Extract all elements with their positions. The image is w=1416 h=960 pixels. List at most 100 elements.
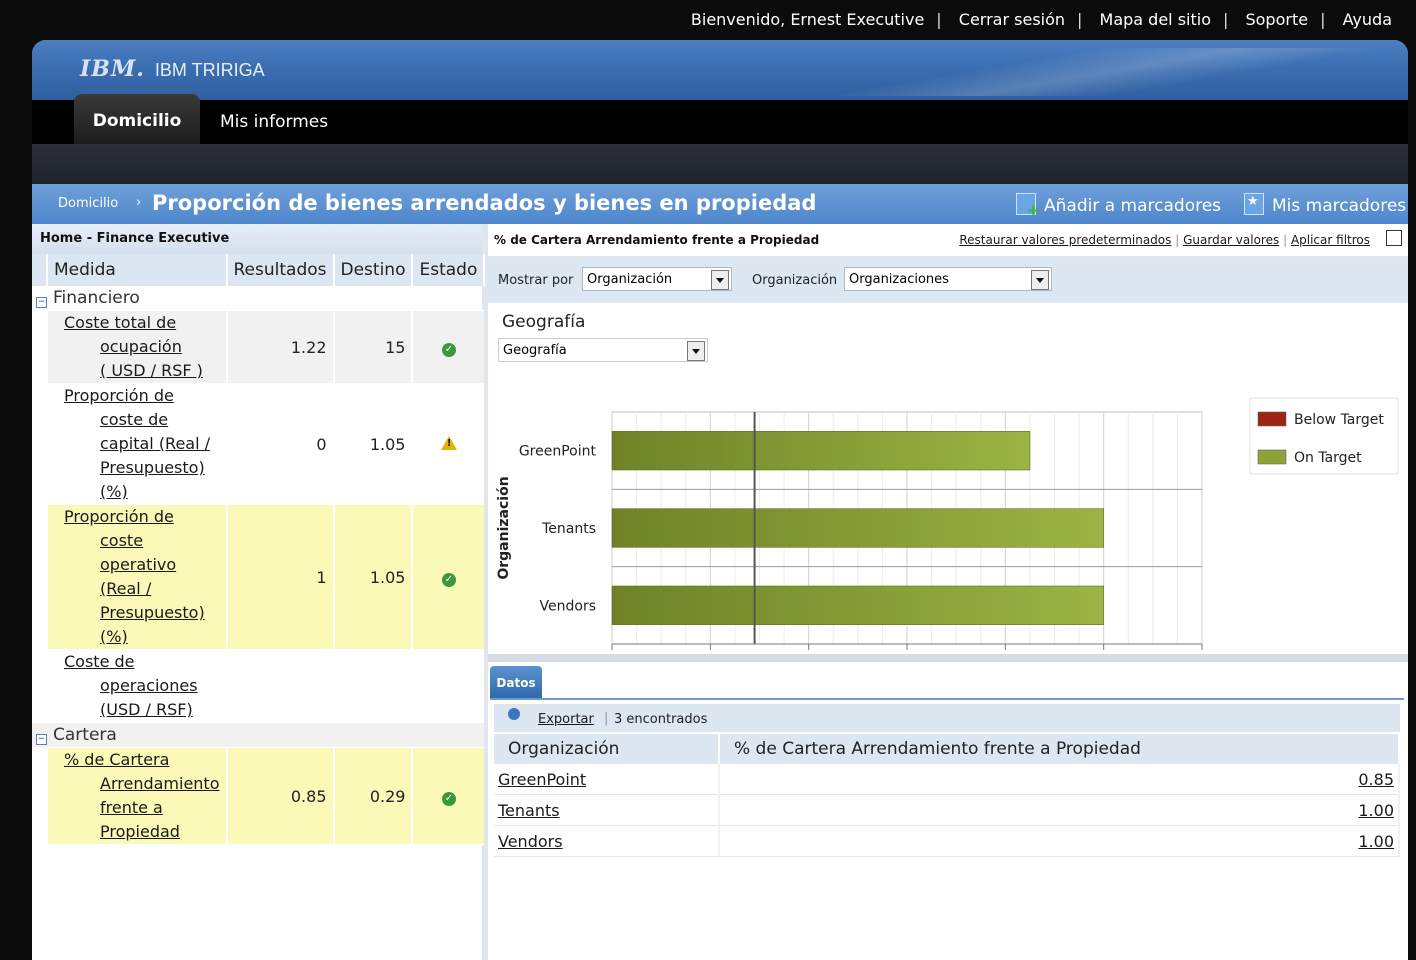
status-ok-icon: ✓ [441, 792, 456, 806]
org-link[interactable]: Tenants [498, 801, 560, 820]
plot-area [611, 411, 1203, 645]
measure-link[interactable]: % de Cartera Arrendamiento frente a Prop… [47, 747, 228, 845]
chevron-down-icon [711, 270, 729, 290]
table-row: Tenants 1.00 [494, 794, 1400, 826]
show-by-select[interactable]: Organización [582, 267, 732, 291]
report-panel: % de Cartera Arrendamiento frente a Prop… [488, 224, 1408, 960]
col-results: Resultados [226, 254, 335, 286]
value-link[interactable]: 0.85 [1358, 770, 1394, 789]
my-bookmarks-button[interactable]: Mis marcadores [1244, 193, 1406, 216]
results-count: 3 encontrados [614, 712, 708, 727]
category-label: Vendors [540, 598, 596, 614]
measure-link[interactable]: Coste de operaciones (USD / RSF) [47, 649, 228, 723]
add-bookmark-button[interactable]: Añadir a marcadores [1016, 193, 1221, 220]
ibm-logo: IBM. IBM TRIRIGA [80, 56, 265, 82]
support-link[interactable]: Soporte [1245, 10, 1308, 29]
legend-box [1249, 397, 1399, 475]
grid-col-percentage[interactable]: % de Cartera Arrendamiento frente a Prop… [719, 734, 1400, 764]
bar-greenpoint [611, 431, 1031, 471]
table-row: GreenPoint 0.85 [494, 764, 1400, 795]
result-value: 1 [226, 504, 335, 650]
kpi-row: Coste total de ocupación ( USD / RSF ) 1… [32, 310, 485, 384]
welcome-text: Bienvenido, Ernest Executive [690, 10, 925, 29]
chart-area: Geografía Geografía GreenPoint Tenants Ven… [488, 302, 1408, 654]
group-label-portfolio: Cartera [47, 722, 485, 748]
result-value: 0.85 [226, 747, 335, 845]
legend-swatch [1257, 411, 1287, 427]
col-status: Estado [412, 254, 486, 286]
panel-divider[interactable] [488, 654, 1408, 662]
status-ok-icon: ✓ [441, 343, 456, 357]
legend-label: On Target [1294, 450, 1362, 466]
data-toolbar: Exportar | 3 encontrados [494, 704, 1400, 732]
group-row-financial: − Financiero [32, 286, 485, 311]
kpi-row: Proporción de coste de capital (Real / P… [32, 383, 485, 505]
star-icon [1244, 193, 1264, 215]
category-label: GreenPoint [519, 444, 597, 460]
sub-nav-bar [32, 144, 1408, 184]
measure-link[interactable]: Coste total de ocupación ( USD / RSF ) [47, 310, 228, 384]
target-value: 15 [333, 310, 414, 384]
kpi-row: Coste de operaciones (USD / RSF) [32, 649, 485, 723]
geography-title: Geografía [502, 312, 586, 332]
popout-icon[interactable] [1386, 230, 1402, 246]
result-value [226, 649, 335, 723]
target-value: 1.05 [333, 504, 414, 650]
org-link[interactable]: Vendors [498, 832, 563, 851]
table-row: Vendors 1.00 [494, 825, 1400, 857]
app-frame: IBM. IBM TRIRIGA Domicilio Mis informes D… [32, 40, 1408, 960]
add-bookmark-icon [1016, 193, 1041, 220]
target-value: 1.05 [333, 383, 414, 505]
org-link[interactable]: GreenPoint [498, 770, 586, 789]
data-panel: Exportar | 3 encontrados Organización % … [490, 698, 1404, 960]
legend-label: Below Target [1294, 412, 1384, 428]
user-bar: Bienvenido, Ernest Executive | Cerrar ses… [0, 0, 1416, 40]
sitemap-link[interactable]: Mapa del sitio [1100, 10, 1211, 29]
collapse-portfolio-icon[interactable]: − [36, 733, 47, 745]
target-value [333, 649, 414, 723]
kpi-row: % de Cartera Arrendamiento frente a Prop… [32, 747, 485, 845]
chevron-down-icon [1031, 270, 1049, 290]
value-link[interactable]: 1.00 [1358, 832, 1394, 851]
breadcrumb-arrow-icon: › [136, 195, 142, 210]
help-link[interactable]: Ayuda [1343, 10, 1392, 29]
value-link[interactable]: 1.00 [1358, 801, 1394, 820]
geography-select[interactable]: Geografía [498, 338, 708, 362]
report-header: % de Cartera Arrendamiento frente a Prop… [488, 224, 1408, 257]
ibm-logo-mark: IBM. [80, 56, 145, 82]
kpi-panel: Home - Finance Executive Medida Resultad… [32, 224, 488, 960]
chevron-down-icon [687, 341, 705, 361]
measure-link[interactable]: Proporción de coste operativo (Real / Pr… [47, 504, 228, 650]
grid-col-organization[interactable]: Organización [494, 734, 720, 764]
logout-link[interactable]: Cerrar sesión [959, 10, 1065, 29]
result-value: 0 [226, 383, 335, 505]
product-name: IBM TRIRIGA [154, 60, 265, 80]
col-measure: Medida [47, 254, 228, 286]
tab-home[interactable]: Domicilio [74, 94, 200, 144]
restore-defaults-link[interactable]: Restaurar valores predeterminados [959, 233, 1171, 247]
legend-swatch [1257, 449, 1287, 465]
user-links: Bienvenido, Ernest Executive | Cerrar ses… [690, 10, 1392, 29]
group-label-financial: Financiero [47, 286, 485, 311]
filter-bar: Mostrar por Organización Organización Or… [488, 257, 1408, 303]
bar-vendors [611, 585, 1104, 625]
kpi-table: Medida Resultados Destino Estado − Finan… [32, 254, 486, 845]
tab-data[interactable]: Datos [490, 666, 542, 698]
bar-tenants [611, 508, 1104, 548]
measure-link[interactable]: Proporción de coste de capital (Real / P… [47, 383, 228, 505]
data-grid: Organización % de Cartera Arrendamiento … [494, 734, 1400, 857]
target-value: 0.29 [333, 747, 414, 845]
save-values-link[interactable]: Guardar valores [1183, 233, 1279, 247]
apply-filters-link[interactable]: Aplicar filtros [1291, 233, 1370, 247]
export-icon[interactable] [508, 708, 520, 720]
group-row-portfolio: − Cartera [32, 722, 485, 748]
tab-my-reports[interactable]: Mis informes [220, 100, 328, 144]
organization-label: Organización [752, 273, 838, 288]
export-link[interactable]: Exportar [538, 712, 594, 727]
result-value: 1.22 [226, 310, 335, 384]
organization-select[interactable]: Organizaciones [844, 267, 1052, 291]
kpi-row: Proporción de coste operativo (Real / Pr… [32, 504, 485, 650]
breadcrumb-home-link[interactable]: Domicilio [58, 196, 118, 211]
collapse-financial-icon[interactable]: − [36, 296, 47, 308]
my-bookmarks-label: Mis marcadores [1272, 196, 1407, 216]
